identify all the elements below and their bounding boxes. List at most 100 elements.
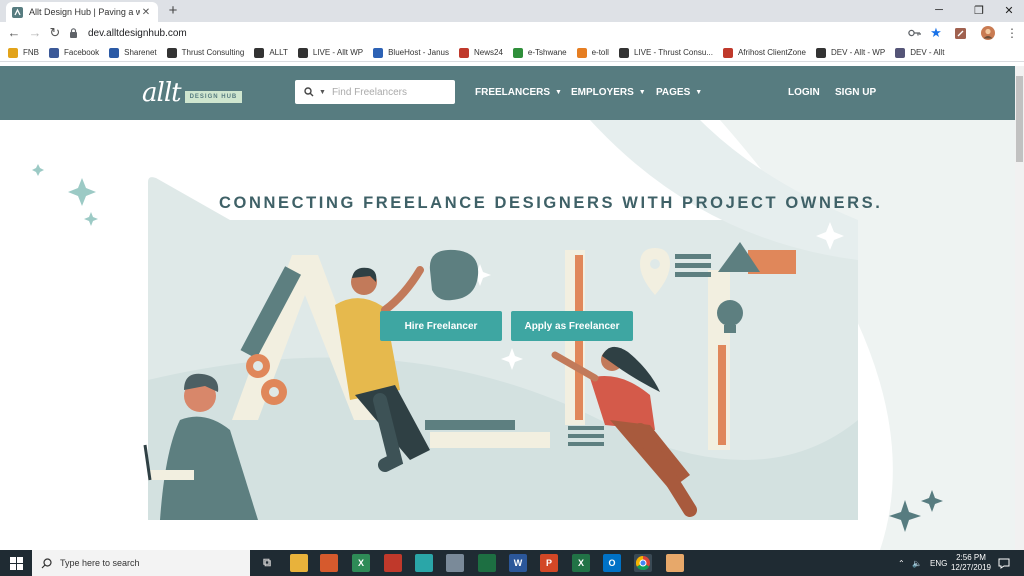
bookmark-item[interactable]: News24 — [459, 47, 503, 58]
sparkle-icon — [32, 164, 44, 176]
fnb-icon — [8, 47, 18, 58]
lines-icon — [568, 434, 604, 438]
signup-link[interactable]: SIGN UP — [835, 87, 876, 98]
address-bar[interactable]: dev.alltdesignhub.com — [68, 24, 902, 42]
logo-wordmark: allt — [142, 78, 182, 108]
tab-close-icon[interactable]: ✕ — [140, 7, 152, 18]
sparkle-icon — [68, 178, 96, 206]
chevron-down-icon: ▼ — [695, 89, 703, 96]
bookmark-star-icon[interactable]: ★ — [928, 25, 944, 41]
browser-menu-icon[interactable]: ⋮ — [1004, 25, 1020, 41]
notifications-icon[interactable] — [998, 550, 1010, 576]
reload-button[interactable]: ↻ — [47, 25, 63, 41]
bookmark-item[interactable]: Thrust Consulting — [166, 47, 244, 58]
allt-icon — [254, 47, 265, 58]
thrust-icon — [166, 47, 177, 58]
word-icon[interactable]: W — [509, 554, 527, 572]
outlook-icon[interactable]: O — [603, 554, 621, 572]
url-text: dev.alltdesignhub.com — [88, 27, 187, 39]
bookmarks-bar: FNB Facebook Sharenet Thrust Consulting … — [0, 44, 1024, 62]
minimize-button[interactable]: ─ — [922, 0, 956, 20]
search-dropdown-caret-icon[interactable]: ▼ — [319, 89, 326, 96]
news24-icon — [459, 47, 469, 58]
lines-icon — [675, 263, 711, 268]
chrome-icon[interactable] — [634, 554, 652, 572]
close-window-button[interactable]: ✕ — [992, 0, 1024, 20]
bookmark-item[interactable]: e-toll — [576, 47, 609, 58]
bookmark-item[interactable]: Afrihost ClientZone — [722, 47, 806, 58]
bookmark-item[interactable]: DEV - Allt — [895, 47, 944, 58]
login-link[interactable]: LOGIN — [788, 87, 820, 98]
restore-button[interactable]: ❐ — [962, 0, 996, 20]
site-logo[interactable]: allt DESIGN HUB — [142, 78, 243, 108]
lines-icon — [675, 272, 711, 277]
bluehost-icon — [373, 47, 384, 58]
bookmark-item[interactable]: Facebook — [49, 47, 99, 58]
volume-icon[interactable]: 🔈 — [912, 550, 922, 576]
clock-date: 12/27/2019 — [950, 563, 992, 572]
back-button[interactable]: ← — [6, 25, 22, 41]
lightbulb-base — [724, 325, 736, 333]
bookmark-item[interactable]: BlueHost - Janus — [373, 47, 449, 58]
bookmark-item[interactable]: Sharenet — [109, 47, 157, 58]
windows-taskbar: Type here to search ⧉ X W P X O ⌃ 🔈 ENG … — [0, 550, 1024, 576]
letter-l-foot-shadow — [425, 420, 515, 430]
logo-badge: DESIGN HUB — [184, 91, 243, 103]
etoll-icon — [576, 47, 587, 58]
tray-overflow-icon[interactable]: ⌃ — [898, 550, 905, 576]
task-view-icon[interactable]: ⧉ — [258, 554, 276, 572]
site-header: allt DESIGN HUB ▼ Find Freelancers FREEL… — [0, 66, 1015, 120]
lock-icon — [68, 28, 78, 38]
bookmark-item[interactable]: ALLT — [254, 47, 288, 58]
file-explorer-icon[interactable] — [290, 554, 308, 572]
app-icon[interactable] — [446, 554, 464, 572]
afrihost-icon — [722, 47, 733, 58]
bookmark-item[interactable]: LIVE - Allt WP — [297, 47, 363, 58]
language-indicator[interactable]: ENG — [930, 550, 947, 576]
freelancer-search-input[interactable]: ▼ Find Freelancers — [295, 80, 455, 104]
bookmark-item[interactable]: e-Tshwane — [512, 47, 567, 58]
nav-employers[interactable]: EMPLOYERS ▼ — [571, 87, 646, 98]
profile-avatar[interactable] — [980, 25, 996, 41]
lines-icon — [675, 254, 711, 259]
excel-icon[interactable]: X — [572, 554, 590, 572]
gear-hole — [253, 361, 263, 371]
extension-icon[interactable] — [952, 25, 968, 41]
allt-dev-icon — [895, 47, 906, 58]
bookmark-item[interactable]: DEV - Allt - WP — [815, 47, 885, 58]
paint-icon[interactable] — [320, 554, 338, 572]
project-icon[interactable] — [478, 554, 496, 572]
map-pin-dot — [650, 259, 660, 269]
app-icon[interactable] — [415, 554, 433, 572]
key-icon[interactable] — [906, 25, 922, 41]
scrollbar-thumb[interactable] — [1016, 76, 1023, 162]
search-icon — [303, 86, 315, 98]
letter-t-accent — [718, 345, 726, 445]
search-icon — [40, 557, 52, 569]
browser-tabstrip: Allt Design Hub | Paving a way t ✕ + ─ ❐… — [0, 0, 1024, 22]
app-icon[interactable] — [666, 554, 684, 572]
lines-icon — [568, 442, 604, 446]
forward-button[interactable]: → — [27, 25, 43, 41]
powerpoint-icon[interactable]: P — [540, 554, 558, 572]
chevron-down-icon: ▼ — [638, 89, 646, 96]
nav-pages[interactable]: PAGES ▼ — [656, 87, 702, 98]
taskbar-clock[interactable]: 2:56 PM 12/27/2019 — [950, 553, 992, 573]
hire-freelancer-button[interactable]: Hire Freelancer — [380, 311, 502, 341]
search-placeholder: Find Freelancers — [331, 86, 407, 98]
bookmark-item[interactable]: LIVE - Thrust Consu... — [618, 47, 713, 58]
sharenet-icon — [109, 47, 120, 58]
taskbar-search-input[interactable]: Type here to search — [32, 550, 250, 576]
clock-time: 2:56 PM — [956, 553, 986, 562]
hero-headline: CONNECTING FREELANCE DESIGNERS WITH PROJ… — [219, 194, 883, 212]
pdf-icon[interactable] — [384, 554, 402, 572]
lightbulb-icon — [717, 300, 743, 326]
browser-tab[interactable]: Allt Design Hub | Paving a way t ✕ — [6, 2, 158, 22]
bookmark-item[interactable]: FNB — [8, 47, 39, 58]
new-tab-button[interactable]: + — [165, 3, 181, 19]
xbox-icon[interactable]: X — [352, 554, 370, 572]
apply-freelancer-button[interactable]: Apply as Freelancer — [511, 311, 633, 341]
nav-freelancers[interactable]: FREELANCERS ▼ — [475, 87, 562, 98]
windows-start-button[interactable] — [0, 550, 32, 576]
page-scrollbar[interactable] — [1015, 66, 1024, 550]
